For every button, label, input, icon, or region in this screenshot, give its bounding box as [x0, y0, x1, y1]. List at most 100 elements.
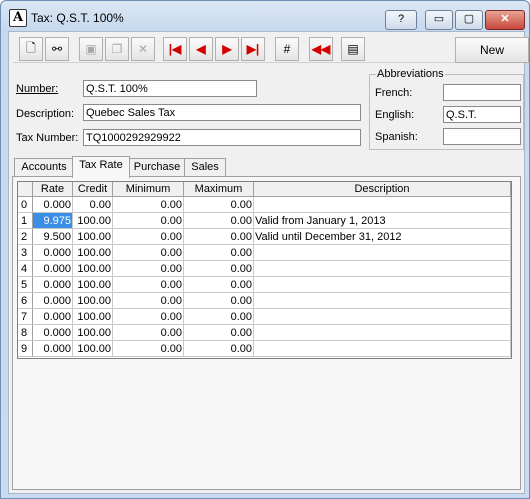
grid-cell-credit[interactable]: 100.00 — [73, 325, 113, 341]
tab-sales[interactable]: Sales — [184, 158, 226, 176]
grid-cell-minimum[interactable]: 0.00 — [113, 341, 184, 357]
grid-cell-maximum[interactable]: 0.00 — [184, 325, 254, 341]
grid-cell-description[interactable] — [254, 309, 511, 325]
grid-cell-credit[interactable]: 100.00 — [73, 277, 113, 293]
maximize-button[interactable]: ▢ — [455, 10, 483, 30]
grid-cell-credit[interactable]: 100.00 — [73, 309, 113, 325]
tax-rate-grid[interactable]: Rate Credit Minimum Maximum Description … — [17, 181, 512, 359]
grid-cell-credit[interactable]: 100.00 — [73, 245, 113, 261]
tax-rate-panel: Rate Credit Minimum Maximum Description … — [12, 176, 521, 490]
row-number[interactable]: 5 — [18, 277, 33, 293]
tab-purchase[interactable]: Purchase — [128, 158, 186, 176]
grid-cell-description[interactable]: Valid from January 1, 2013 — [254, 213, 511, 229]
grid-cell-rate[interactable]: 0.000 — [33, 325, 73, 341]
row-number[interactable]: 7 — [18, 309, 33, 325]
new-document-icon[interactable]: 🗋 — [19, 37, 43, 61]
minimize-button[interactable]: ▭ — [425, 10, 453, 30]
grid-cell-rate[interactable]: 0.000 — [33, 277, 73, 293]
goto-record-icon[interactable]: # — [275, 37, 299, 61]
grid-cell-rate[interactable]: 0.000 — [33, 197, 73, 213]
number-field[interactable]: Q.S.T. 100% — [83, 80, 257, 97]
save-icon[interactable]: ▣ — [79, 37, 103, 61]
grid-cell-minimum[interactable]: 0.00 — [113, 309, 184, 325]
column-header-maximum[interactable]: Maximum — [184, 182, 254, 197]
grid-cell-description[interactable] — [254, 293, 511, 309]
first-record-icon[interactable]: |◀ — [163, 37, 187, 61]
grid-cell-maximum[interactable]: 0.00 — [184, 341, 254, 357]
row-number[interactable]: 0 — [18, 197, 33, 213]
french-label: French: — [375, 87, 413, 99]
grid-cell-maximum[interactable]: 0.00 — [184, 309, 254, 325]
tax-number-field[interactable]: TQ1000292929922 — [83, 129, 361, 146]
grid-cell-credit[interactable]: 0.00 — [73, 197, 113, 213]
column-header-description[interactable]: Description — [254, 182, 511, 197]
grid-cell-maximum[interactable]: 0.00 — [184, 293, 254, 309]
grid-cell-minimum[interactable]: 0.00 — [113, 325, 184, 341]
row-number[interactable]: 3 — [18, 245, 33, 261]
grid-cell-description[interactable] — [254, 245, 511, 261]
find-binoculars-icon[interactable]: ⚯ — [45, 37, 69, 61]
next-record-icon[interactable]: ▶ — [215, 37, 239, 61]
grid-cell-rate[interactable]: 0.000 — [33, 261, 73, 277]
row-number[interactable]: 1 — [18, 213, 33, 229]
grid-cell-rate[interactable]: 0.000 — [33, 293, 73, 309]
grid-cell-maximum[interactable]: 0.00 — [184, 213, 254, 229]
grid-cell-credit[interactable]: 100.00 — [73, 229, 113, 245]
row-number[interactable]: 9 — [18, 341, 33, 357]
grid-cell-maximum[interactable]: 0.00 — [184, 245, 254, 261]
grid-cell-minimum[interactable]: 0.00 — [113, 229, 184, 245]
title-bar[interactable]: A Tax: Q.S.T. 100% ? ▭ ▢ ✕ — [1, 1, 529, 31]
grid-cell-credit[interactable]: 100.00 — [73, 293, 113, 309]
tab-tax-rate[interactable]: Tax Rate — [72, 156, 130, 178]
grid-cell-rate[interactable]: 9.500 — [33, 229, 73, 245]
grid-cell-rate[interactable]: 0.000 — [33, 245, 73, 261]
grid-cell-minimum[interactable]: 0.00 — [113, 213, 184, 229]
copy-icon[interactable]: ❐ — [105, 37, 129, 61]
tax-number-label: Tax Number: — [16, 132, 79, 144]
grid-cell-maximum[interactable]: 0.00 — [184, 197, 254, 213]
english-field[interactable]: Q.S.T. — [443, 106, 521, 123]
client-area: 🗋 ⚯ ▣ ❐ ✕ |◀ ◀ ▶ ▶| # ◀◀ ▤ New Number: Q… — [8, 31, 529, 494]
rewind-icon[interactable]: ◀◀ — [309, 37, 333, 61]
description-field[interactable]: Quebec Sales Tax — [83, 104, 361, 121]
grid-cell-description[interactable] — [254, 261, 511, 277]
grid-cell-rate[interactable]: 0.000 — [33, 341, 73, 357]
column-header-credit[interactable]: Credit — [73, 182, 113, 197]
grid-cell-description[interactable] — [254, 277, 511, 293]
spanish-field[interactable] — [443, 128, 521, 145]
grid-cell-description[interactable] — [254, 341, 511, 357]
grid-cell-description[interactable] — [254, 197, 511, 213]
column-header-minimum[interactable]: Minimum — [113, 182, 184, 197]
column-header-rate[interactable]: Rate — [33, 182, 73, 197]
grid-cell-maximum[interactable]: 0.00 — [184, 277, 254, 293]
grid-cell-maximum[interactable]: 0.00 — [184, 261, 254, 277]
grid-cell-maximum[interactable]: 0.00 — [184, 229, 254, 245]
grid-cell-minimum[interactable]: 0.00 — [113, 277, 184, 293]
grid-cell-minimum[interactable]: 0.00 — [113, 261, 184, 277]
grid-cell-minimum[interactable]: 0.00 — [113, 197, 184, 213]
previous-record-icon[interactable]: ◀ — [189, 37, 213, 61]
grid-cell-description[interactable] — [254, 325, 511, 341]
tab-accounts[interactable]: Accounts — [14, 158, 74, 176]
grid-cell-description[interactable]: Valid until December 31, 2012 — [254, 229, 511, 245]
grid-cell-credit[interactable]: 100.00 — [73, 341, 113, 357]
grid-cell-minimum[interactable]: 0.00 — [113, 245, 184, 261]
delete-x-icon[interactable]: ✕ — [131, 37, 155, 61]
grid-cell-rate[interactable]: 0.000 — [33, 309, 73, 325]
last-record-icon[interactable]: ▶| — [241, 37, 265, 61]
grid-cell-rate[interactable]: 9.975 — [33, 213, 73, 229]
properties-icon[interactable]: ▤ — [341, 37, 365, 61]
grid-cell-minimum[interactable]: 0.00 — [113, 293, 184, 309]
grid-cell-credit[interactable]: 100.00 — [73, 261, 113, 277]
grid-corner — [18, 182, 33, 197]
row-number[interactable]: 6 — [18, 293, 33, 309]
row-number[interactable]: 4 — [18, 261, 33, 277]
row-number[interactable]: 2 — [18, 229, 33, 245]
row-number[interactable]: 8 — [18, 325, 33, 341]
grid-cell-credit[interactable]: 100.00 — [73, 213, 113, 229]
close-button[interactable]: ✕ — [485, 10, 525, 30]
english-label: English: — [375, 109, 415, 121]
help-button[interactable]: ? — [385, 10, 417, 30]
new-button[interactable]: New — [455, 37, 529, 63]
french-field[interactable] — [443, 84, 521, 101]
